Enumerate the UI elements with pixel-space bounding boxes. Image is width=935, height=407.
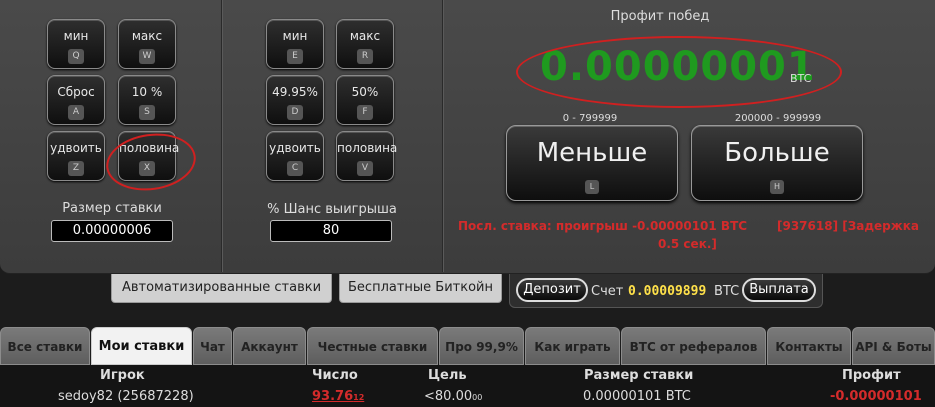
profit-title: Профит побед [610,9,710,24]
balance-currency: BTC [714,284,740,299]
win-chance-input[interactable]: 80 [270,220,392,242]
row-player: sedoy82 (25687228) [58,389,194,404]
hotkey-badge: Z [68,161,84,176]
chance-max-button[interactable]: макс R [336,19,394,69]
last-bet-id: [937618] [Задержка [777,219,919,233]
bet-ten-percent-button[interactable]: 10 % S [118,75,176,125]
row-profit: -0.00000101 [830,389,922,404]
button-label: удвоить [269,141,321,155]
tab-fair-bets[interactable]: Честные ставки [307,327,438,365]
button-label: мин [63,29,89,43]
tab-referrals[interactable]: BTC от рефералов [621,327,766,365]
chance-min-button[interactable]: мин E [266,19,324,69]
panel-divider [442,0,443,272]
hotkey-badge: F [357,105,373,120]
balance-value: 0.00009899 [628,284,707,299]
hotkey-badge: V [357,161,373,176]
col-profit: Профит [842,368,901,383]
tab-chat[interactable]: Чат [193,327,232,365]
balance-label: Счет [591,284,624,299]
chance-50-button[interactable]: 50% F [336,75,394,125]
button-label: Сброс [57,85,95,99]
button-label: 49.95% [272,85,318,99]
hotkey-badge: R [357,49,373,64]
col-target: Цель [428,368,467,383]
chance-half-button[interactable]: половина V [336,131,398,181]
tab-account[interactable]: Аккаунт [233,327,306,365]
button-label: 10 % [131,85,163,99]
row-target-main: <80.00 [424,389,473,404]
button-label: мин [282,29,308,43]
hotkey-badge: W [139,49,155,64]
hotkey-badge: H [770,180,784,194]
win-chance-label: % Шанс выигрыша [267,202,397,217]
highlight-circle-profit [516,36,842,108]
hotkey-badge: C [287,161,303,176]
hotkey-badge: Q [68,49,84,64]
tab-api-bots[interactable]: API & Боты [852,327,935,365]
row-target-sub: 00 [472,393,483,402]
bet-double-button[interactable]: удвоить Z [47,131,105,181]
tab-automated-bets[interactable]: Автоматизированные ставки [111,274,332,303]
hotkey-badge: D [287,105,303,120]
bets-table: Игрок Число Цель Размер ставки Профит se… [0,365,935,407]
button-label: половина [337,141,398,155]
bet-high-button[interactable]: Больше H [691,125,863,201]
col-number: Число [312,368,358,383]
last-bet-delay: 0.5 сек.] [658,237,717,251]
hotkey-badge: S [139,105,155,120]
row-number[interactable]: 93.7612 [312,389,364,404]
button-label: удвоить [50,141,102,155]
row-number-main: 93.76 [312,389,354,404]
bet-max-button[interactable]: макс W [118,19,176,69]
bet-reset-button[interactable]: Сброс A [47,75,105,125]
col-bet-size: Размер ставки [584,368,694,383]
bet-min-button[interactable]: мин Q [47,19,105,69]
tab-free-bitcoin[interactable]: Бесплатные Биткойн [339,274,502,303]
button-label: Больше [724,138,830,168]
button-label: макс [349,29,381,43]
tab-pro-999[interactable]: Про 99,9% [439,327,524,365]
row-bet-size: 0.00000101 BTC [583,389,691,404]
last-bet-status: Посл. ставка: проигрыш -0.00000101 BTC [458,219,748,233]
tab-contacts[interactable]: Контакты [767,327,851,365]
tab-my-bets[interactable]: Мои ставки [91,327,192,365]
withdraw-button[interactable]: Выплата [742,278,816,302]
tab-all-bets[interactable]: Все ставки [0,327,90,365]
col-player: Игрок [100,368,145,383]
deposit-button[interactable]: Депозит [516,278,588,302]
hotkey-badge: A [68,105,84,120]
chance-double-button[interactable]: удвоить C [266,131,324,181]
high-range-label: 200000 - 999999 [734,113,822,124]
low-range-label: 0 - 799999 [562,113,618,124]
panel-divider [221,0,222,272]
main-tabs: Все ставки Мои ставки Чат Аккаунт Честны… [0,327,935,365]
button-label: макс [131,29,163,43]
bet-size-label: Размер ставки [62,201,162,216]
bet-low-button[interactable]: Меньше L [506,125,678,201]
row-target: <80.0000 [424,389,482,404]
row-number-sub: 12 [353,393,365,402]
chance-4995-button[interactable]: 49.95% D [266,75,324,125]
tab-how-to-play[interactable]: Как играть [525,327,620,365]
button-label: 50% [351,85,379,99]
hotkey-badge: L [585,180,599,194]
hotkey-badge: E [287,49,303,64]
button-label: Меньше [536,138,648,168]
bet-size-input[interactable]: 0.00000006 [51,220,173,242]
